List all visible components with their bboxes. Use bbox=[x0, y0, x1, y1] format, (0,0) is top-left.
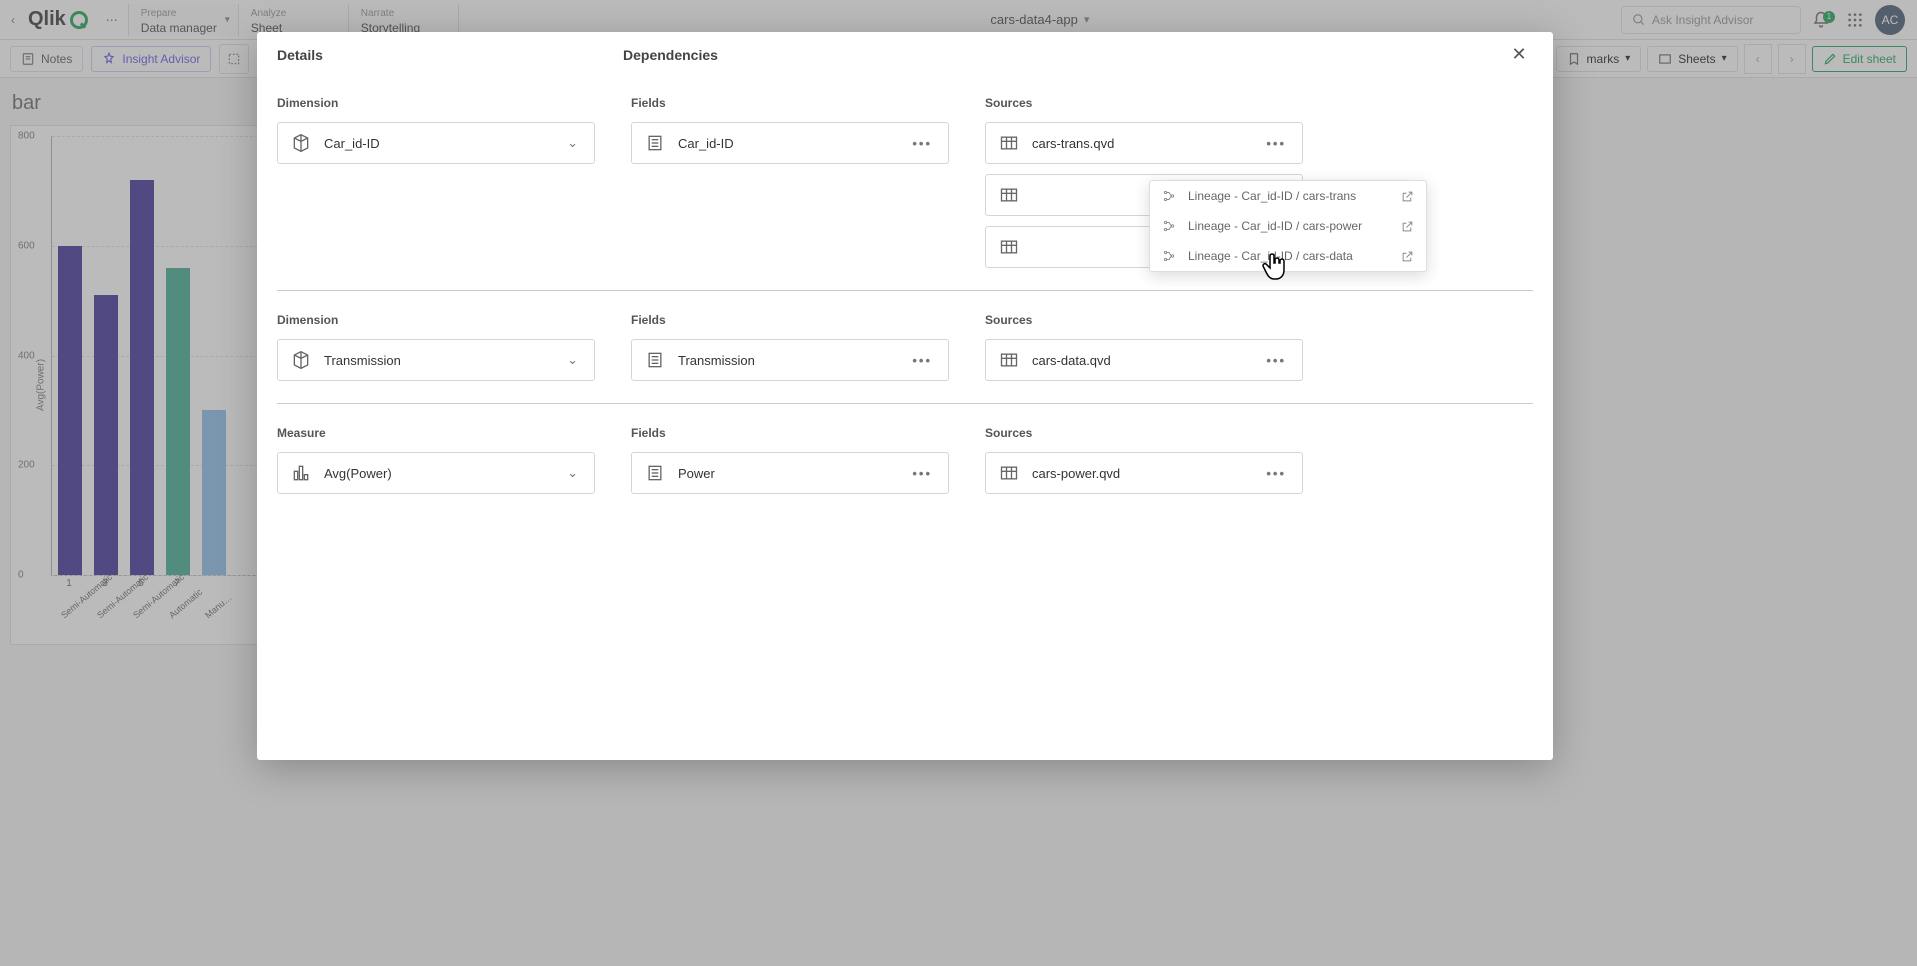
dialog-details-label: Details bbox=[277, 47, 623, 63]
chevron-down-icon[interactable]: ⌄ bbox=[563, 461, 582, 485]
sources-label: Sources bbox=[985, 426, 1303, 440]
open-external-icon[interactable] bbox=[1401, 250, 1414, 263]
source-card[interactable]: cars-power.qvd ••• bbox=[985, 452, 1303, 494]
card-text: Transmission bbox=[324, 353, 551, 368]
source-card[interactable]: cars-data.qvd ••• bbox=[985, 339, 1303, 381]
field-more-button[interactable]: ••• bbox=[908, 132, 936, 155]
chevron-down-icon[interactable]: ⌄ bbox=[563, 131, 582, 155]
field-icon bbox=[644, 132, 666, 154]
dimension-label: Dimension bbox=[277, 313, 595, 327]
lineage-icon bbox=[1162, 219, 1178, 233]
source-more-button[interactable]: ••• bbox=[1262, 462, 1290, 485]
card-text: Avg(Power) bbox=[324, 466, 551, 481]
lineage-icon bbox=[1162, 249, 1178, 263]
fields-label: Fields bbox=[631, 426, 949, 440]
cube-icon bbox=[290, 132, 312, 154]
measure-icon bbox=[290, 462, 312, 484]
source-more-button[interactable]: ••• bbox=[1262, 132, 1290, 155]
field-icon bbox=[644, 462, 666, 484]
dependency-row: Dimension Transmission ⌄ Fields Transmission… bbox=[277, 290, 1533, 403]
field-card[interactable]: Transmission ••• bbox=[631, 339, 949, 381]
dimension-label: Dimension bbox=[277, 96, 595, 110]
table-icon bbox=[998, 184, 1020, 206]
card-text: Transmission bbox=[678, 353, 896, 368]
lineage-text: Lineage - Car_id-ID / cars-data bbox=[1188, 249, 1391, 263]
source-more-button[interactable]: ••• bbox=[1262, 349, 1290, 372]
dimension-card[interactable]: Transmission ⌄ bbox=[277, 339, 595, 381]
sources-label: Sources bbox=[985, 313, 1303, 327]
open-external-icon[interactable] bbox=[1401, 190, 1414, 203]
lineage-popup: Lineage - Car_id-ID / cars-trans Lineage … bbox=[1149, 180, 1427, 272]
lineage-icon bbox=[1162, 189, 1178, 203]
card-text: Power bbox=[678, 466, 896, 481]
field-more-button[interactable]: ••• bbox=[908, 349, 936, 372]
fields-label: Fields bbox=[631, 313, 949, 327]
source-card[interactable]: cars-trans.qvd ••• bbox=[985, 122, 1303, 164]
lineage-menu-item[interactable]: Lineage - Car_id-ID / cars-power bbox=[1150, 211, 1426, 241]
field-icon bbox=[644, 349, 666, 371]
details-dialog: Details Dependencies ✕ Dimension Car_id-I… bbox=[257, 32, 1553, 760]
lineage-menu-item[interactable]: Lineage - Car_id-ID / cars-data bbox=[1150, 241, 1426, 271]
field-card[interactable]: Car_id-ID ••• bbox=[631, 122, 949, 164]
table-icon bbox=[998, 349, 1020, 371]
card-text: Car_id-ID bbox=[678, 136, 896, 151]
table-icon bbox=[998, 462, 1020, 484]
lineage-text: Lineage - Car_id-ID / cars-power bbox=[1188, 219, 1391, 233]
card-text: cars-data.qvd bbox=[1032, 353, 1250, 368]
measure-card[interactable]: Avg(Power) ⌄ bbox=[277, 452, 595, 494]
dialog-header: Details Dependencies ✕ bbox=[257, 32, 1553, 78]
card-text: Car_id-ID bbox=[324, 136, 551, 151]
fields-label: Fields bbox=[631, 96, 949, 110]
table-icon bbox=[998, 236, 1020, 258]
field-more-button[interactable]: ••• bbox=[908, 462, 936, 485]
dialog-close-button[interactable]: ✕ bbox=[1505, 41, 1533, 69]
table-icon bbox=[998, 132, 1020, 154]
dimension-card[interactable]: Car_id-ID ⌄ bbox=[277, 122, 595, 164]
field-card[interactable]: Power ••• bbox=[631, 452, 949, 494]
open-external-icon[interactable] bbox=[1401, 220, 1414, 233]
card-text: cars-power.qvd bbox=[1032, 466, 1250, 481]
dimension-label: Measure bbox=[277, 426, 595, 440]
lineage-menu-item[interactable]: Lineage - Car_id-ID / cars-trans bbox=[1150, 181, 1426, 211]
cube-icon bbox=[290, 349, 312, 371]
card-text: cars-trans.qvd bbox=[1032, 136, 1250, 151]
dialog-dependencies-label: Dependencies bbox=[623, 47, 718, 63]
dependency-row: Measure Avg(Power) ⌄ Fields Power ••• Sources c… bbox=[277, 403, 1533, 516]
sources-label: Sources bbox=[985, 96, 1303, 110]
lineage-text: Lineage - Car_id-ID / cars-trans bbox=[1188, 189, 1391, 203]
dialog-body: Dimension Car_id-ID ⌄ Fields Car_id-ID ••• Sou… bbox=[257, 78, 1553, 534]
chevron-down-icon[interactable]: ⌄ bbox=[563, 348, 582, 372]
